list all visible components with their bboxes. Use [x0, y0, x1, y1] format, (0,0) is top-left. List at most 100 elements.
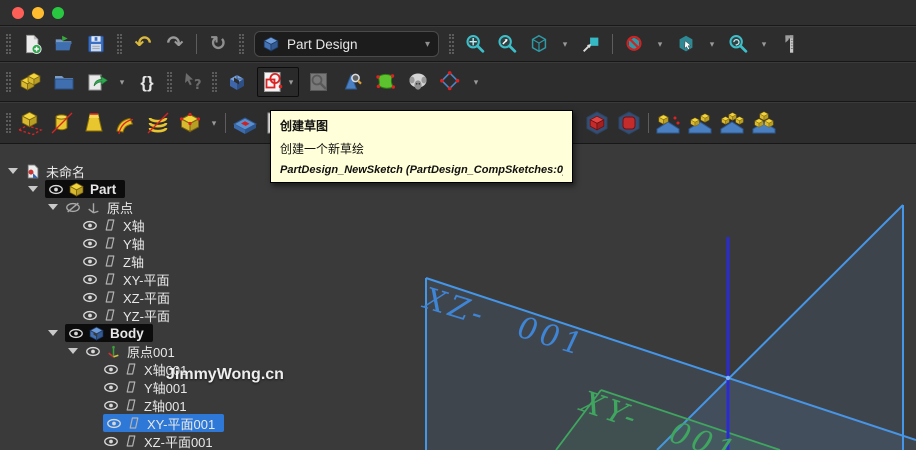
- create-body-button[interactable]: [224, 69, 250, 95]
- tree-row-body[interactable]: Body: [0, 324, 340, 342]
- eye-slash-icon[interactable]: [65, 202, 81, 213]
- linear-pattern-button[interactable]: [687, 110, 713, 136]
- eye-icon[interactable]: [82, 256, 98, 267]
- new-document-button[interactable]: [21, 33, 43, 55]
- eye-icon[interactable]: [82, 238, 98, 249]
- tree-row-z-axis[interactable]: Z轴: [0, 252, 340, 270]
- tree-row-yz-plane[interactable]: YZ-平面: [0, 306, 340, 324]
- toolbar-drag-handle[interactable]: [6, 34, 11, 54]
- subtractive-box-button[interactable]: [584, 110, 610, 136]
- workbench-selector[interactable]: Part Design ▾: [254, 31, 439, 57]
- dropdown-caret[interactable]: ▾: [707, 31, 717, 57]
- tree-row-xz-plane001[interactable]: XZ-平面001: [0, 432, 340, 450]
- macro-braces-button[interactable]: {}: [134, 69, 160, 95]
- pad-button[interactable]: [17, 110, 43, 136]
- tree-row-z-axis001[interactable]: Z轴001: [0, 396, 340, 414]
- eye-icon[interactable]: [103, 400, 119, 411]
- eye-icon[interactable]: [103, 436, 119, 447]
- expand-arrow-icon[interactable]: [48, 204, 58, 210]
- subtractive-wedge-button[interactable]: [616, 110, 642, 136]
- close-button[interactable]: [12, 7, 24, 19]
- eye-icon[interactable]: [48, 184, 64, 195]
- tree-row-x-axis[interactable]: X轴: [0, 216, 340, 234]
- eye-icon[interactable]: [103, 364, 119, 375]
- create-part-icon: [19, 70, 43, 94]
- fit-all-button[interactable]: [464, 33, 486, 55]
- plane-icon: [124, 362, 138, 376]
- measure-button[interactable]: [779, 33, 801, 55]
- expand-arrow-icon[interactable]: [8, 168, 18, 174]
- eye-icon[interactable]: [82, 292, 98, 303]
- eye-icon[interactable]: [106, 418, 122, 429]
- eye-icon[interactable]: [85, 346, 101, 357]
- dropdown-caret[interactable]: ▾: [655, 31, 665, 57]
- validate-sketch-icon: [340, 70, 364, 94]
- dropdown-caret[interactable]: ▾: [560, 31, 570, 57]
- fit-selection-button[interactable]: [496, 33, 518, 55]
- additive-pipe-button[interactable]: [113, 110, 139, 136]
- undo-icon: ↶: [135, 34, 152, 54]
- dropdown-caret[interactable]: ▾: [209, 110, 219, 136]
- minimize-button[interactable]: [32, 7, 44, 19]
- selection-cube-button[interactable]: [675, 33, 697, 55]
- eye-icon[interactable]: [68, 328, 84, 339]
- undo-button[interactable]: ↶: [132, 33, 154, 55]
- toolbar-drag-handle[interactable]: [449, 34, 454, 54]
- expand-arrow-icon[interactable]: [68, 348, 78, 354]
- save-button[interactable]: [85, 33, 107, 55]
- dropdown-caret[interactable]: ▾: [117, 69, 127, 95]
- chevron-down-icon: ▾: [425, 39, 430, 50]
- tree-row-origin[interactable]: 原点: [0, 198, 340, 216]
- toolbar-drag-handle[interactable]: [212, 72, 217, 92]
- create-group-button[interactable]: [51, 69, 77, 95]
- tree-row-y-axis[interactable]: Y轴: [0, 234, 340, 252]
- revolution-button[interactable]: [49, 110, 75, 136]
- dropdown-caret[interactable]: ▾: [286, 69, 296, 95]
- axonometric-view-button[interactable]: [528, 33, 550, 55]
- tree-label: Z轴001: [144, 396, 187, 415]
- zoom-refresh-button[interactable]: [727, 33, 749, 55]
- expand-arrow-icon[interactable]: [48, 330, 58, 336]
- zoom-button[interactable]: [52, 7, 64, 19]
- toolbar-drag-handle[interactable]: [6, 72, 11, 92]
- create-shapebinder-button[interactable]: [372, 69, 398, 95]
- tree-row-xy-plane[interactable]: XY-平面: [0, 270, 340, 288]
- open-document-button[interactable]: [53, 33, 75, 55]
- additive-box-button[interactable]: [177, 110, 203, 136]
- tree-row-xz-plane[interactable]: XZ-平面: [0, 288, 340, 306]
- dropdown-caret[interactable]: ▾: [471, 69, 481, 95]
- eye-icon[interactable]: [82, 220, 98, 231]
- redo-button[interactable]: ↷: [164, 33, 186, 55]
- pocket-button[interactable]: [232, 110, 258, 136]
- tree-row-y-axis001[interactable]: Y轴001: [0, 378, 340, 396]
- eye-icon[interactable]: [103, 382, 119, 393]
- whats-this-button[interactable]: ?: [179, 69, 205, 95]
- draw-style-button[interactable]: [623, 33, 645, 55]
- eye-icon[interactable]: [82, 274, 98, 285]
- toolbar-drag-handle[interactable]: [117, 34, 122, 54]
- multitransform-button[interactable]: [751, 110, 777, 136]
- make-link-button[interactable]: [84, 69, 110, 95]
- polar-pattern-button[interactable]: [719, 110, 745, 136]
- refresh-button[interactable]: ↻: [207, 33, 229, 55]
- create-clone-button[interactable]: [405, 69, 431, 95]
- edit-sketch-button[interactable]: [306, 69, 332, 95]
- expand-arrow-icon[interactable]: [28, 186, 38, 192]
- tree-row-origin001[interactable]: 原点001: [0, 342, 340, 360]
- create-datum-button[interactable]: [438, 69, 464, 95]
- create-part-button[interactable]: [18, 69, 44, 95]
- toolbar-drag-handle[interactable]: [239, 34, 244, 54]
- create-sketch-button[interactable]: ▾: [257, 67, 299, 97]
- validate-sketch-button[interactable]: [339, 69, 365, 95]
- toolbar-drag-handle[interactable]: [167, 72, 172, 92]
- tree-row-xy-plane001-selected[interactable]: XY-平面001: [0, 414, 340, 432]
- toolbar-drag-handle[interactable]: [6, 113, 11, 133]
- set-view-button[interactable]: [580, 33, 602, 55]
- mirrored-button[interactable]: [655, 110, 681, 136]
- additive-loft-button[interactable]: [81, 110, 107, 136]
- dropdown-caret[interactable]: ▾: [759, 31, 769, 57]
- tree-row-x-axis001[interactable]: X轴001: [0, 360, 340, 378]
- additive-helix-button[interactable]: [145, 110, 171, 136]
- eye-icon[interactable]: [82, 310, 98, 321]
- tooltip-description: 创建一个新草绘: [280, 140, 563, 157]
